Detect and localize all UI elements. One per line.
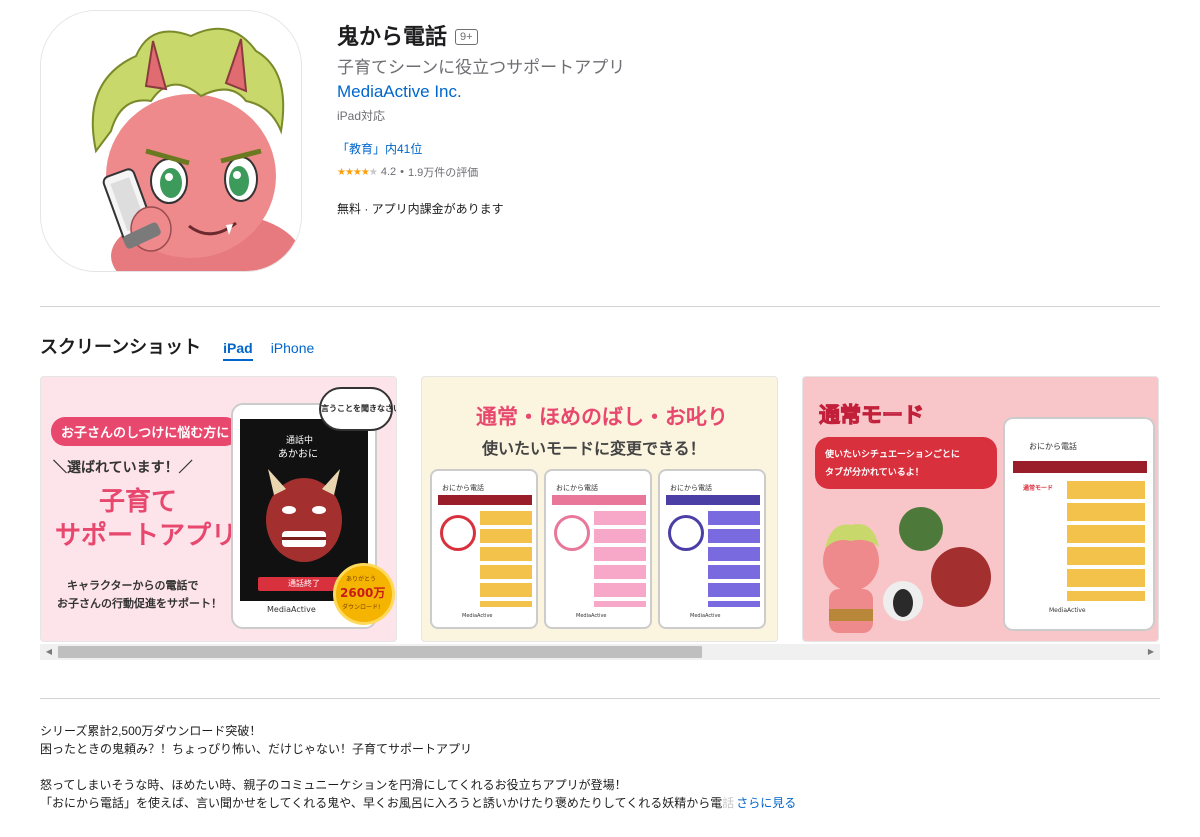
shot2-modes: 通常・ほめのばし・お叱り: [476, 405, 728, 429]
shot1-caption-2: お子さんの行動促進をサポート！: [57, 597, 222, 610]
shot1-caller: あかおに: [278, 449, 318, 460]
age-rating-badge: 9+: [455, 28, 478, 45]
screenshots-scrollbar[interactable]: ◀ ▶: [40, 644, 1160, 660]
shot3-brand: MediaActive: [1049, 607, 1086, 614]
shot2-tablet-scold: おにから電話 MediaActive: [658, 469, 766, 629]
tab-iphone[interactable]: iPhone: [271, 340, 315, 361]
shot1-brand: MediaActive: [267, 605, 316, 614]
shot2-tabbar-purple: [666, 495, 760, 505]
rating-separator: •: [400, 166, 404, 178]
shot3-speech-bubble: 使いたいシチュエーションごとに タブが分かれているよ！: [815, 437, 997, 489]
shot2-list-2: [594, 511, 646, 607]
shot1-medal-bottom: ダウンロード!: [342, 604, 381, 611]
rating-row: ★★★★★ 4.2 • 1.9万件の評価: [337, 164, 1037, 180]
red-oni-face-icon: [266, 469, 342, 562]
scrollbar-thumb[interactable]: [58, 646, 702, 658]
shot3-title: 通常モード: [819, 403, 925, 428]
shot3-list: [1067, 481, 1145, 601]
category-rank-link[interactable]: 「教育」内41位: [337, 140, 422, 157]
description-line-2: 困ったときの鬼頼み？！ちょっぴり怖い、だけじゃない！子育てサポートアプリ: [40, 742, 473, 756]
app-icon: [40, 10, 302, 272]
price-info: 無料 · アプリ内課金があります: [337, 202, 504, 216]
star-rating-icon: ★★★★★: [337, 166, 378, 178]
device-support-note: iPad対応: [337, 109, 386, 123]
divider-top: [40, 306, 1160, 307]
shot2-brand-1: MediaActive: [462, 613, 493, 619]
shot1-badge: お子さんのしつけに悩む方に: [51, 417, 240, 446]
app-title: 鬼から電話: [337, 24, 448, 49]
description-line-4-fade: 話: [722, 796, 735, 810]
shot2-gauge-3: [668, 515, 704, 551]
shot2-tablet-normal: おにから電話 MediaActive: [430, 469, 538, 629]
shot1-chosen: ＼選ばれています！／: [53, 460, 193, 476]
divider-bottom: [40, 698, 1160, 699]
see-more-link[interactable]: さらに見る: [734, 796, 797, 810]
section-title: スクリーンショット: [40, 337, 202, 357]
app-subtitle: 子育てシーンに役立つサポートアプリ: [337, 58, 626, 77]
shot1-headline-2: サポートアプリ: [55, 521, 238, 551]
developer-link[interactable]: MediaActive Inc.: [337, 82, 462, 102]
device-tabs: iPad iPhone: [223, 340, 314, 361]
rating-count: 1.9万件の評価: [407, 167, 479, 179]
shot1-medal-number: 2600万: [340, 586, 386, 600]
shot3-bubble-line-2: タブが分かれているよ！: [825, 468, 924, 478]
shot3-bubble-line-1: 使いたいシチュエーションごとに: [825, 450, 960, 460]
screenshot-2[interactable]: 通常・ほめのばし・お叱り 使いたいモードに変更できる！ おにから電話 Media…: [421, 376, 778, 642]
shot1-medal-top: ありがとう: [346, 576, 377, 583]
shot2-app-name-1: おにから電話: [442, 484, 484, 492]
description-line-1: シリーズ累計2,500万ダウンロード突破！: [40, 724, 262, 738]
oni-character-icon: [41, 11, 301, 271]
scroll-left-arrow-icon[interactable]: ◀: [42, 647, 56, 656]
shot2-brand-3: MediaActive: [690, 613, 721, 619]
shot2-subtitle: 使いたいモードに変更できる！: [482, 439, 706, 458]
shot2-tabbar-pink: [552, 495, 646, 505]
shot2-app-name-2: おにから電話: [556, 484, 598, 492]
shot3-tablet: おにから電話 通常モード MediaActive: [1003, 417, 1155, 631]
shot2-list-1: [480, 511, 532, 607]
rating-value: 4.2: [380, 166, 397, 178]
shot2-tablet-praise: おにから電話 MediaActive: [544, 469, 652, 629]
shot2-tabbar-red: [438, 495, 532, 505]
shot1-download-medal: ありがとう 2600万 ダウンロード!: [333, 563, 395, 625]
characters-illustration-icon: [823, 507, 991, 633]
shot2-app-name-3: おにから電話: [670, 484, 712, 492]
app-header: 鬼から電話 9+ 子育てシーンに役立つサポートアプリ MediaActive I…: [337, 20, 1037, 217]
description-line-4: 「おにから電話」を使えば、言い聞かせをしてくれる鬼や、早くお風呂に入ろうと誘いか…: [40, 796, 723, 810]
screenshots-heading: スクリーンショット iPad iPhone: [40, 333, 314, 361]
shot2-brand-2: MediaActive: [576, 613, 607, 619]
shot2-gauge-1: [440, 515, 476, 551]
shot1-caption-1: キャラクターからの電話で: [67, 579, 199, 592]
app-description: シリーズ累計2,500万ダウンロード突破！ 困ったときの鬼頼み？！ちょっぴり怖い…: [40, 722, 1040, 812]
shot2-gauge-2: [554, 515, 590, 551]
shot2-list-3: [708, 511, 760, 607]
screenshot-3[interactable]: 通常モード 使いたいシチュエーションごとに タブが分かれているよ！ おにから電話…: [802, 376, 1159, 642]
description-line-3: 怒ってしまいそうな時、ほめたい時、親子のコミュニーケションを円滑にしてくれるお役…: [40, 778, 627, 792]
shot3-tabbar: [1013, 461, 1147, 473]
shot3-mode-label: 通常モード: [1023, 485, 1054, 492]
shot1-headline-1: 子育て: [99, 487, 178, 517]
shot1-speech-bubble: 言うことを聞きなさい！: [319, 387, 396, 431]
tab-ipad[interactable]: iPad: [223, 340, 253, 361]
description-line-4-container: 「おにから電話」を使えば、言い聞かせをしてくれる鬼や、早くお風呂に入ろうと誘いか…: [40, 794, 1040, 812]
screenshot-1[interactable]: お子さんのしつけに悩む方に ＼選ばれています！／ 子育て サポートアプリ キャラ…: [40, 376, 397, 642]
scroll-right-arrow-icon[interactable]: ▶: [1144, 647, 1158, 656]
shot3-app-name: おにから電話: [1029, 442, 1077, 451]
